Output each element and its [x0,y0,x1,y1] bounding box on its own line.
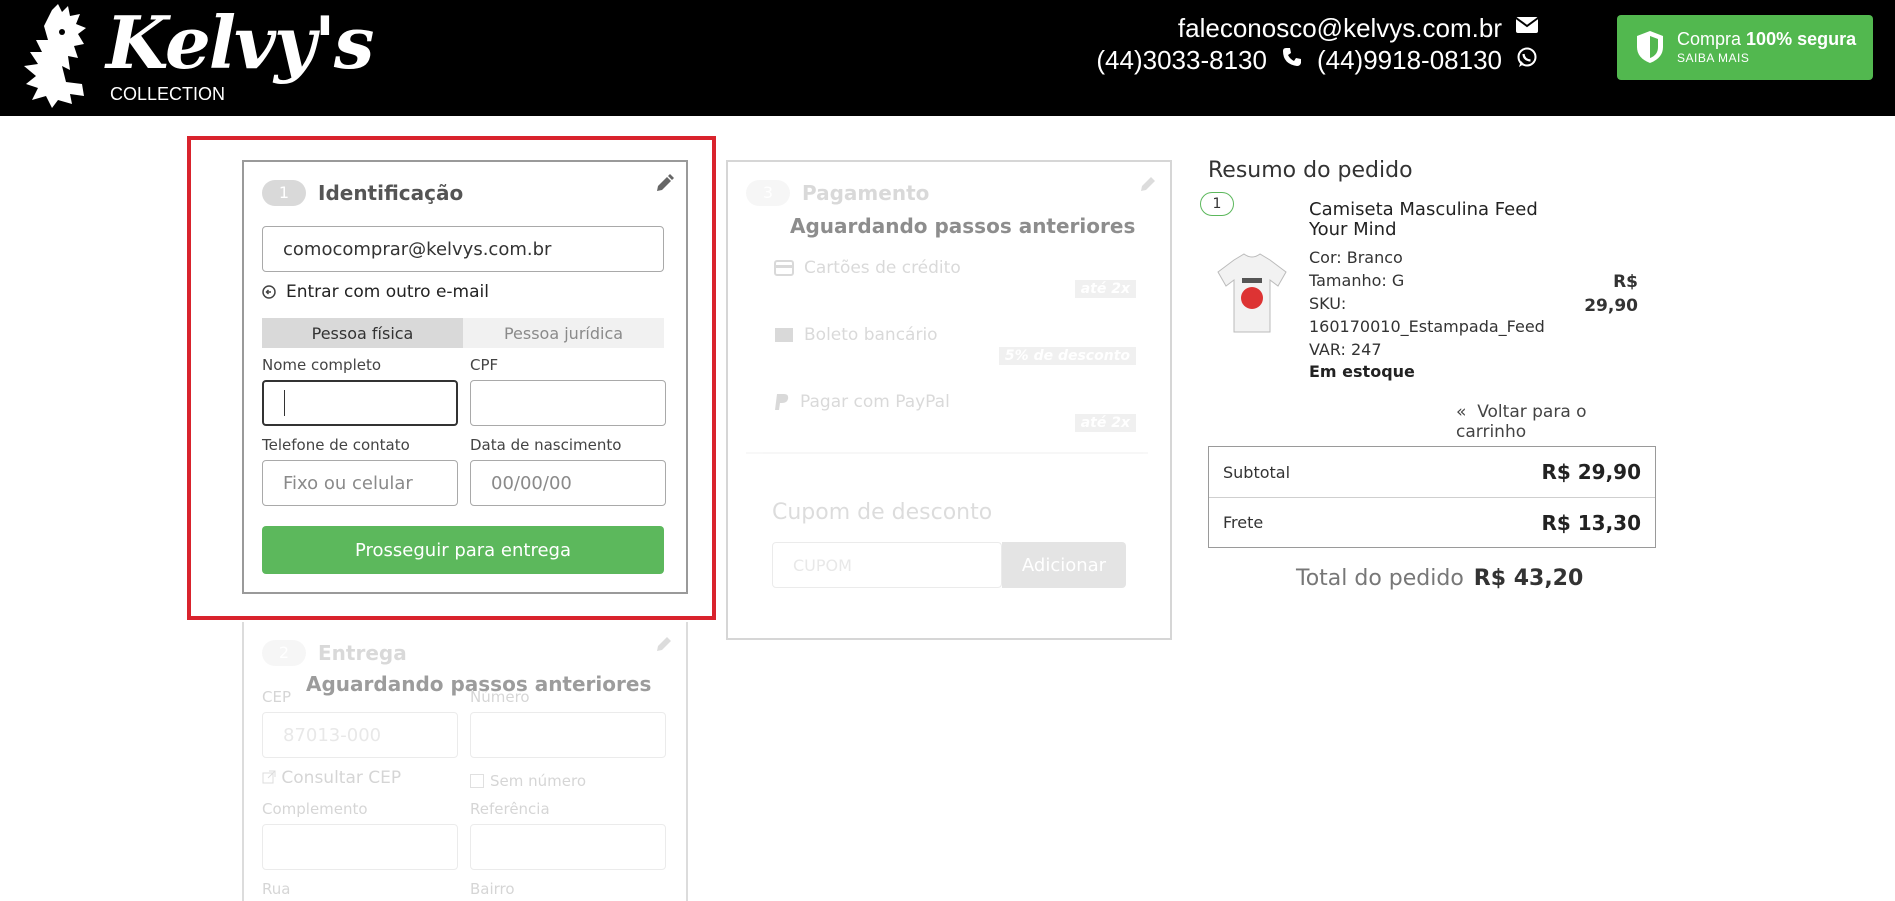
secure-purchase-label: Compra 100% segura [1677,29,1857,49]
highlight-box [187,136,716,620]
product-sku: 160170010_Estampada_Feed [1309,317,1545,336]
total-label: Total do pedido [1296,566,1464,591]
product-sku-label: SKU: [1309,294,1347,313]
subtotal-label: Subtotal [1223,462,1291,482]
freight-label: Frete [1223,513,1264,532]
product-price: R$ 29,90 [1558,270,1638,318]
reference-input[interactable] [470,824,666,870]
complement-label: Complemento [262,800,368,818]
pencil-icon[interactable] [654,634,674,654]
lion-emblem-icon [24,4,86,108]
product-name[interactable]: Camiseta Masculina Feed Your Mind [1309,200,1549,240]
reference-label: Referência [470,800,550,818]
payment-waiting-text: Aguardando passos anteriores [790,214,1136,238]
order-total: Total do pedido R$ 43,20 [1296,566,1583,591]
summary-title: Resumo do pedido [1208,158,1413,183]
contact-email[interactable]: faleconosco@kelvys.com.br [1178,12,1502,44]
cep-label: CEP [262,688,291,706]
coupon-input[interactable]: CUPOM [772,542,1002,588]
freight-value: R$ 13,30 [1541,510,1641,535]
contact-phone[interactable]: (44)3033-8130 [1096,44,1267,76]
product-details: Cor: Branco Tamanho: G SKU: 160170010_Es… [1309,246,1545,361]
installments-badge: até 2x [1074,280,1136,298]
top-header: Kelvy's COLLECTION faleconosco@kelvys.co… [0,0,1895,116]
paypal-icon [775,394,789,410]
envelope-icon [1514,15,1540,41]
price-value: 29,90 [1584,296,1638,316]
product-color: Cor: Branco [1309,248,1403,267]
payment-option-paypal[interactable]: Pagar com PayPal [774,392,950,412]
payment-option-credit-card[interactable]: Cartões de crédito [774,258,961,278]
step-title: Entrega [318,641,407,665]
phone-icon [1279,47,1305,73]
order-summary: Resumo do pedido 1 Camiseta Masculina Fe… [1200,158,1658,591]
contact-info: faleconosco@kelvys.com.br (44)3033-8130 … [1096,12,1540,76]
freight-row: Frete R$ 13,30 [1209,497,1655,547]
consult-cep-link[interactable]: Consultar CEP [262,768,401,788]
no-number-checkbox[interactable]: Sem número [470,772,586,790]
street-label: Rua [262,880,291,898]
discount-badge: 5% de desconto [998,347,1136,365]
district-label: Bairro [470,880,515,898]
step-delivery-card: 2 Entrega CEP Número 87013-000 Consultar… [242,622,688,901]
brand-logo[interactable]: Kelvy's COLLECTION [22,0,374,110]
stock-status: Em estoque [1309,362,1415,381]
brand-name: Kelvy's [106,0,374,85]
installments-badge: até 2x [1074,414,1136,432]
quantity-badge: 1 [1200,192,1234,216]
price-currency: R$ [1613,272,1638,292]
subtotal-row: Subtotal R$ 29,90 [1209,447,1655,497]
double-chevron-left-icon: « [1456,402,1467,422]
barcode-icon [775,328,793,342]
divider [746,452,1148,454]
shield-icon [1637,31,1663,63]
pencil-icon[interactable] [1138,174,1158,194]
apply-coupon-button[interactable]: Adicionar [1002,542,1126,588]
number-input[interactable] [470,712,666,758]
external-link-icon [262,770,276,784]
secure-learn-more: SAIBA MAIS [1677,51,1750,65]
product-thumbnail[interactable] [1212,248,1292,338]
coupon-title: Cupom de desconto [772,500,993,525]
subtotal-value: R$ 29,90 [1541,460,1641,484]
step-payment-card: 3 Pagamento Cartões de crédito até 2x Bo… [726,160,1172,640]
product-var: VAR: 247 [1309,340,1382,359]
delivery-waiting-text: Aguardando passos anteriores [306,672,652,696]
contact-whatsapp[interactable]: (44)9918-08130 [1317,44,1502,76]
checkbox-icon [470,774,484,788]
payment-option-boleto[interactable]: Boleto bancário [774,325,938,345]
back-to-cart-link[interactable]: « Voltar para o carrinho [1456,402,1658,442]
brand-subtitle: COLLECTION [110,84,226,104]
product-size: Tamanho: G [1309,271,1405,290]
cep-input[interactable]: 87013-000 [262,712,458,758]
step-number: 3 [746,180,790,206]
complement-input[interactable] [262,824,458,870]
step-number: 2 [262,640,306,666]
credit-card-icon [774,260,794,276]
step-title: Pagamento [802,181,930,205]
total-value: R$ 43,20 [1473,566,1584,591]
totals-table: Subtotal R$ 29,90 Frete R$ 13,30 [1208,446,1656,548]
whatsapp-icon [1514,47,1540,73]
secure-purchase-button[interactable]: Compra 100% segura SAIBA MAIS [1617,15,1873,80]
